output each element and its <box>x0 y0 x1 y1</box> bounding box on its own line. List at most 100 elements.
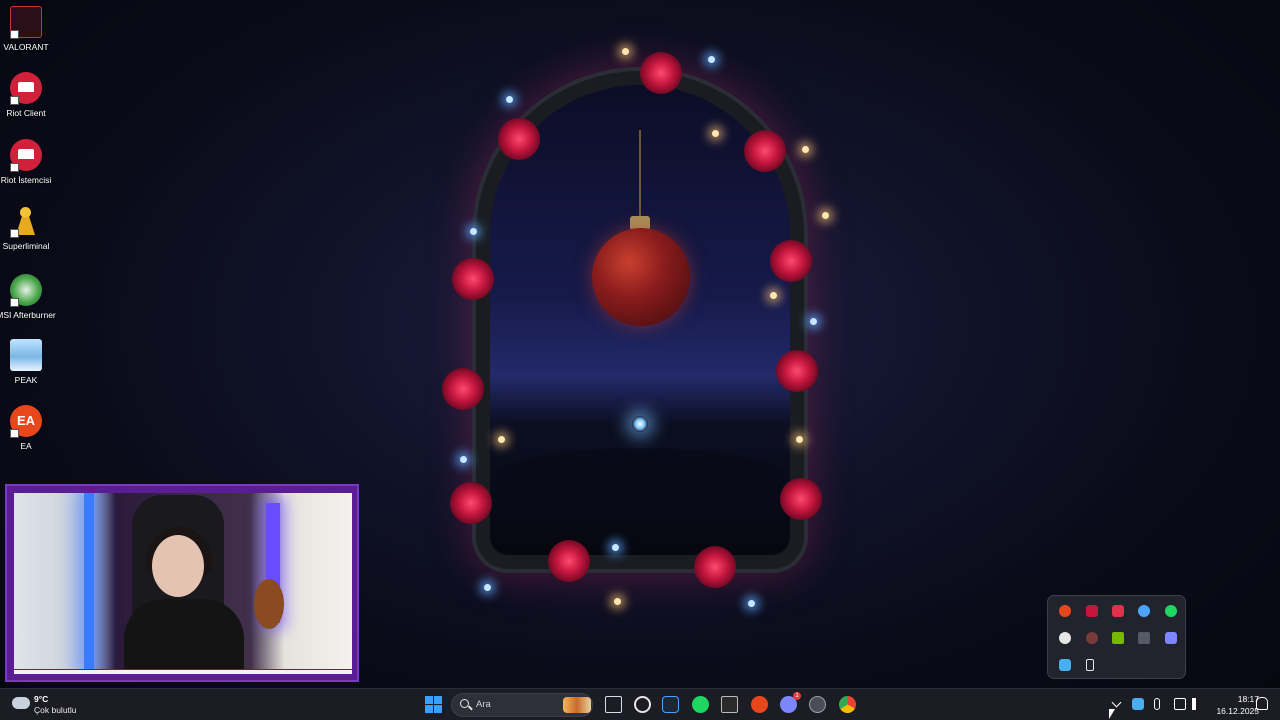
obs-taskbar-button[interactable] <box>809 696 826 713</box>
steam-icon[interactable] <box>1138 605 1150 617</box>
poinsettia-flower <box>452 258 494 300</box>
fairy-light <box>810 318 817 325</box>
webcam-video <box>14 493 352 669</box>
poinsettia-flower <box>442 368 484 410</box>
desktop-icon-msi-afterburner[interactable]: MSI Afterburner <box>0 270 56 332</box>
spotify-icon[interactable] <box>1165 605 1177 617</box>
discord-taskbar-button[interactable]: 1 <box>780 692 801 713</box>
volume-icon[interactable] <box>1192 698 1204 710</box>
riot-icon[interactable] <box>1112 605 1124 617</box>
notification-badge: 1 <box>793 692 801 700</box>
ea-icon[interactable] <box>1059 605 1071 617</box>
webcam-bottom-bar <box>14 670 352 674</box>
clock-date: 16.12.2025 <box>1216 706 1259 716</box>
weather-temperature: 9°C <box>34 694 49 704</box>
poinsettia-flower <box>640 52 682 94</box>
ornament-string <box>639 130 641 230</box>
wallpaper-hill <box>494 448 786 508</box>
desktop-icon-superliminal[interactable]: Superliminal <box>0 201 52 263</box>
search-placeholder: Ara <box>476 699 491 710</box>
desktop-icon-label: Superliminal <box>2 241 50 251</box>
ea-app-taskbar-button[interactable] <box>751 696 768 713</box>
guitar <box>254 579 284 629</box>
clock-time: 18:17 <box>1237 694 1259 704</box>
poinsettia-flower <box>450 482 492 524</box>
epic-games-icon[interactable] <box>1138 632 1150 644</box>
weather-widget[interactable]: 9°C Çok bulutlu <box>10 692 120 716</box>
task-view-button[interactable] <box>605 696 622 713</box>
neon-light <box>84 493 94 669</box>
webcam-overlay <box>5 484 359 682</box>
spotify-taskbar-button[interactable] <box>692 696 709 713</box>
taskbar: 9°C Çok bulutlu Ara 1 18:17 16.12.2025 <box>0 688 1280 720</box>
steelseries-taskbar-button[interactable] <box>634 696 651 713</box>
desktop-icon-label: VALORANT <box>3 42 49 52</box>
fairy-light <box>460 456 467 463</box>
shortcut-arrow-icon <box>10 163 19 172</box>
microphone-icon[interactable] <box>1154 698 1160 710</box>
poinsettia-flower <box>498 118 540 160</box>
wallpaper-star <box>632 416 648 432</box>
partly-cloudy-icon <box>12 692 30 709</box>
search-icon <box>460 699 469 708</box>
search-highlight-image <box>563 697 591 713</box>
desktop-icon-label: Riot İstemcisi <box>0 175 52 185</box>
peak-icon <box>10 339 42 371</box>
poinsettia-flower <box>694 546 736 588</box>
poinsettia-flower <box>780 478 822 520</box>
desktop-icon-peak[interactable]: PEAK <box>0 335 52 397</box>
desktop-icon-riot-client[interactable]: Riot Client <box>0 68 52 130</box>
fairy-light <box>614 598 621 605</box>
fairy-light <box>498 436 505 443</box>
poinsettia-flower <box>770 240 812 282</box>
fairy-light <box>622 48 629 55</box>
steam-taskbar-button[interactable] <box>662 696 679 713</box>
discord-icon[interactable] <box>1165 632 1177 644</box>
desktop-icon-valorant[interactable]: VALORANT <box>0 2 52 64</box>
usb-device-icon[interactable] <box>1086 659 1094 671</box>
system-clock[interactable]: 18:17 16.12.2025 <box>1207 693 1259 717</box>
streamer-body <box>124 599 244 669</box>
desktop-icon-label: PEAK <box>14 375 38 385</box>
shortcut-arrow-icon <box>10 96 19 105</box>
desktop-icon-label: Riot Client <box>6 108 46 118</box>
fairy-light <box>822 212 829 219</box>
msi-afterburner-icon[interactable] <box>1059 659 1071 671</box>
poinsettia-flower <box>744 130 786 172</box>
onedrive-icon[interactable] <box>1132 698 1144 710</box>
desktop-icon-ea[interactable]: EA <box>0 401 52 463</box>
fairy-light <box>612 544 619 551</box>
fairy-light <box>470 228 477 235</box>
mic-icon[interactable] <box>1086 605 1098 617</box>
poinsettia-flower <box>776 350 818 392</box>
fairy-light <box>708 56 715 63</box>
steelseries-icon[interactable] <box>1059 632 1071 644</box>
epic-games-taskbar-button[interactable] <box>721 696 738 713</box>
fairy-light <box>796 436 803 443</box>
fairy-light <box>484 584 491 591</box>
openrgb-icon[interactable] <box>1086 632 1098 644</box>
chrome-taskbar-button[interactable] <box>839 696 856 713</box>
shortcut-arrow-icon <box>10 229 19 238</box>
christmas-ornament <box>592 228 690 326</box>
streamer-face <box>152 535 204 597</box>
weather-description: Çok bulutlu <box>34 705 77 715</box>
fairy-light <box>712 130 719 137</box>
desktop-icon-label: MSI Afterburner <box>0 310 56 320</box>
network-icon[interactable] <box>1174 698 1186 710</box>
fairy-light <box>506 96 513 103</box>
poinsettia-flower <box>548 540 590 582</box>
shortcut-arrow-icon <box>10 429 19 438</box>
fairy-light <box>802 146 809 153</box>
tray-overflow-popup <box>1047 595 1186 679</box>
shortcut-arrow-icon <box>10 30 19 39</box>
notification-bell-icon[interactable] <box>1256 697 1268 710</box>
nvidia-icon[interactable] <box>1112 632 1124 644</box>
start-button[interactable] <box>425 696 442 713</box>
fairy-light <box>770 292 777 299</box>
fairy-light <box>748 600 755 607</box>
search-box[interactable]: Ara <box>451 693 593 717</box>
desktop-icon-label: EA <box>20 441 32 451</box>
desktop-icon-riot-istemcisi[interactable]: Riot İstemcisi <box>0 135 52 197</box>
shortcut-arrow-icon <box>10 298 19 307</box>
